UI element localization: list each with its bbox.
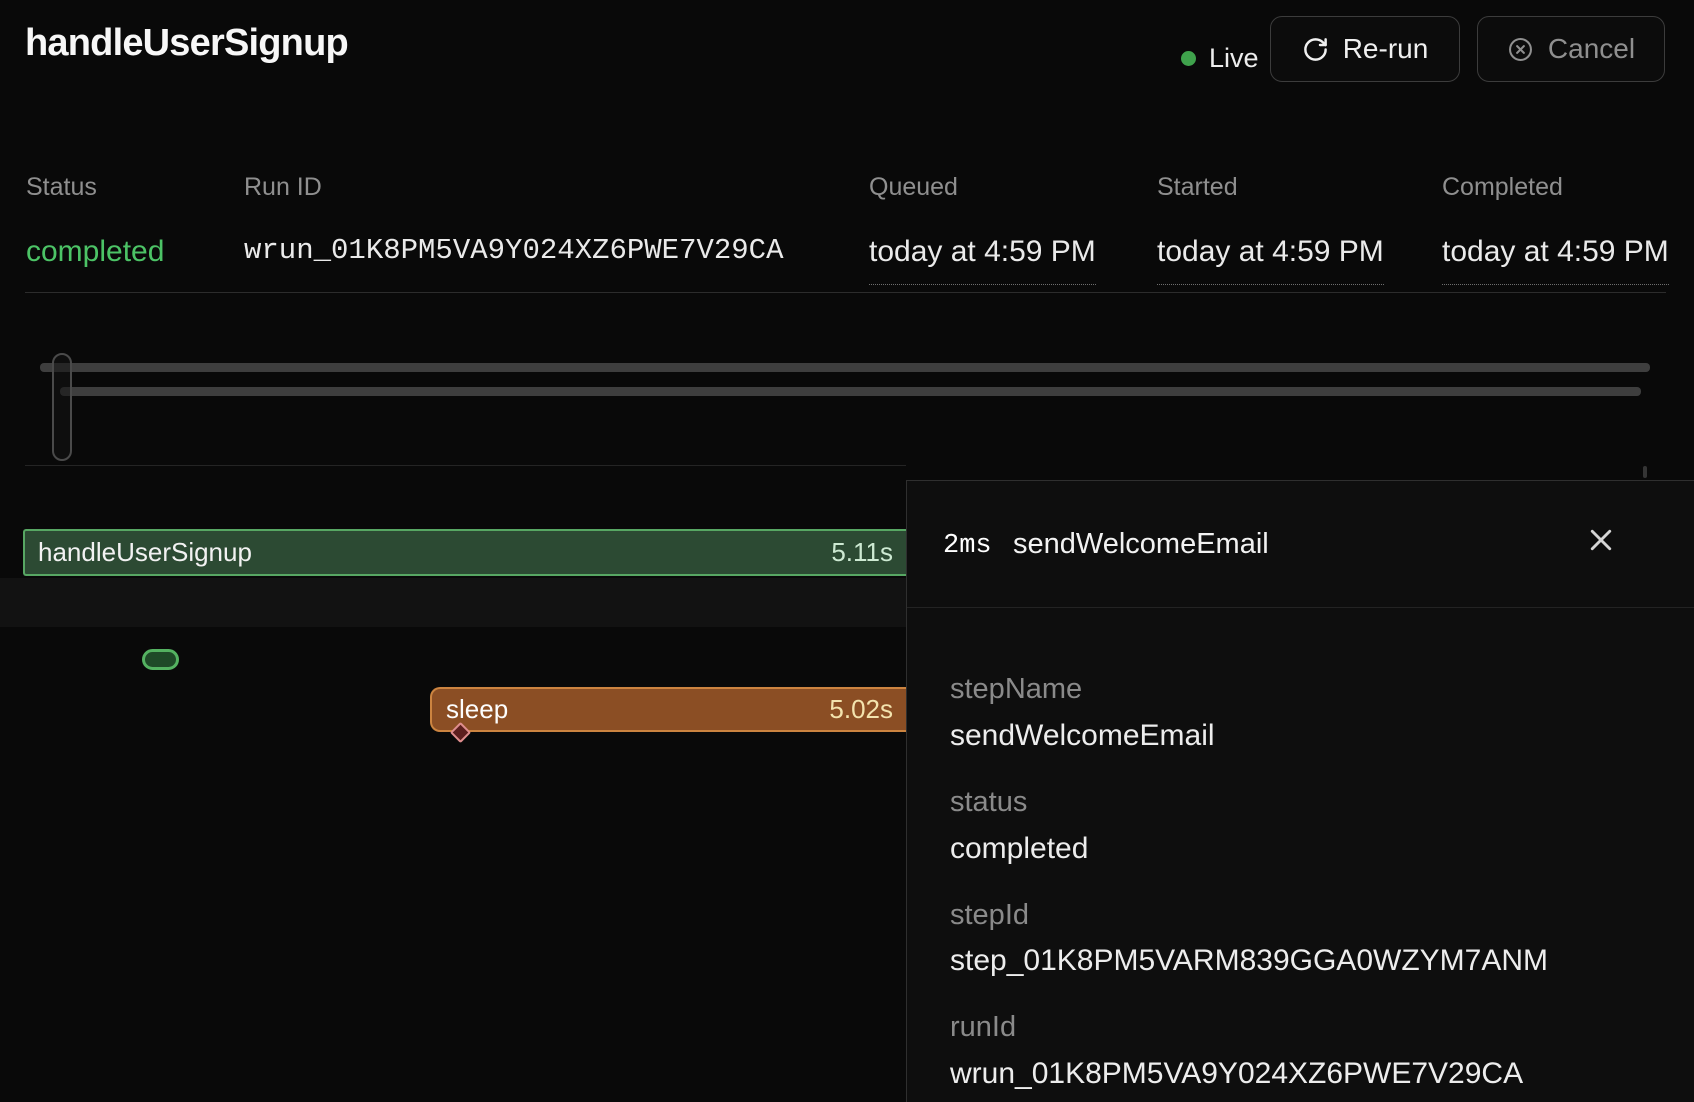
minimap-span-bar: [40, 363, 1650, 372]
rerun-label: Re-run: [1343, 33, 1429, 65]
field-status: status completed: [950, 785, 1654, 867]
queued-value: today at 4:59 PM: [869, 234, 1096, 285]
close-icon: [1586, 543, 1616, 558]
started-value: today at 4:59 PM: [1157, 234, 1384, 285]
field-value: sendWelcomeEmail: [950, 718, 1654, 754]
status-value: completed: [26, 234, 164, 270]
meta-completed: Completed today at 4:59 PM: [1442, 172, 1669, 285]
field-label: stepId: [950, 898, 1654, 933]
x-circle-icon: [1507, 36, 1534, 63]
minimap-span-bar: [60, 387, 1641, 396]
span-label: sleep: [446, 694, 508, 725]
meta-queued: Queued today at 4:59 PM: [869, 172, 1096, 285]
cancel-button[interactable]: Cancel: [1477, 16, 1665, 82]
divider: [25, 292, 1666, 293]
field-value: wrun_01K8PM5VA9Y024XZ6PWE7V29CA: [950, 1056, 1654, 1092]
live-label: Live: [1209, 43, 1259, 74]
span-sleep[interactable]: sleep 5.02s: [430, 687, 906, 732]
row-highlight: [0, 578, 906, 627]
run-id-value: wrun_01K8PM5VA9Y024XZ6PWE7V29CA: [244, 234, 784, 269]
field-stepId: stepId step_01K8PM5VARM839GGA0WZYM7ANM: [950, 898, 1654, 980]
meta-label: Started: [1157, 172, 1384, 202]
meta-started: Started today at 4:59 PM: [1157, 172, 1384, 285]
close-button[interactable]: [1582, 521, 1620, 559]
meta-label: Queued: [869, 172, 1096, 202]
field-stepName: stepName sendWelcomeEmail: [950, 672, 1654, 754]
page-title: handleUserSignup: [25, 22, 348, 65]
span-duration: 5.02s: [829, 694, 893, 725]
live-indicator: Live: [1181, 40, 1259, 76]
rerun-button[interactable]: Re-run: [1270, 16, 1460, 82]
completed-value: today at 4:59 PM: [1442, 234, 1669, 285]
field-value: completed: [950, 831, 1654, 867]
field-label: stepName: [950, 672, 1654, 707]
span-handleUserSignup[interactable]: handleUserSignup 5.11s: [23, 529, 906, 576]
step-detail-panel: 2ms sendWelcomeEmail stepName sendWelcom…: [906, 480, 1694, 1102]
minimap-right-handle[interactable]: [1643, 466, 1647, 478]
span-label: handleUserSignup: [38, 537, 252, 568]
field-value: step_01K8PM5VARM839GGA0WZYM7ANM: [950, 943, 1654, 979]
meta-run-id: Run ID wrun_01K8PM5VA9Y024XZ6PWE7V29CA: [244, 172, 784, 269]
meta-label: Completed: [1442, 172, 1669, 202]
trace-gantt: handleUserSignup 5.11s sleep 5.02s: [0, 466, 906, 1102]
field-label: runId: [950, 1010, 1654, 1045]
step-duration: 2ms: [943, 531, 992, 561]
panel-body: stepName sendWelcomeEmail status complet…: [907, 608, 1694, 1092]
field-label: status: [950, 785, 1654, 820]
cancel-label: Cancel: [1548, 33, 1635, 65]
minimap-brush-handle[interactable]: [52, 353, 72, 461]
meta-label: Run ID: [244, 172, 784, 202]
span-duration: 5.11s: [831, 537, 893, 568]
refresh-icon: [1302, 36, 1329, 63]
span-sendWelcomeEmail[interactable]: [142, 649, 179, 670]
field-runId: runId wrun_01K8PM5VA9Y024XZ6PWE7V29CA: [950, 1010, 1654, 1092]
step-title: sendWelcomeEmail: [1013, 528, 1269, 561]
live-dot-icon: [1181, 51, 1196, 66]
meta-status: Status completed: [26, 172, 164, 270]
panel-header: 2ms sendWelcomeEmail: [907, 481, 1694, 608]
meta-label: Status: [26, 172, 164, 202]
